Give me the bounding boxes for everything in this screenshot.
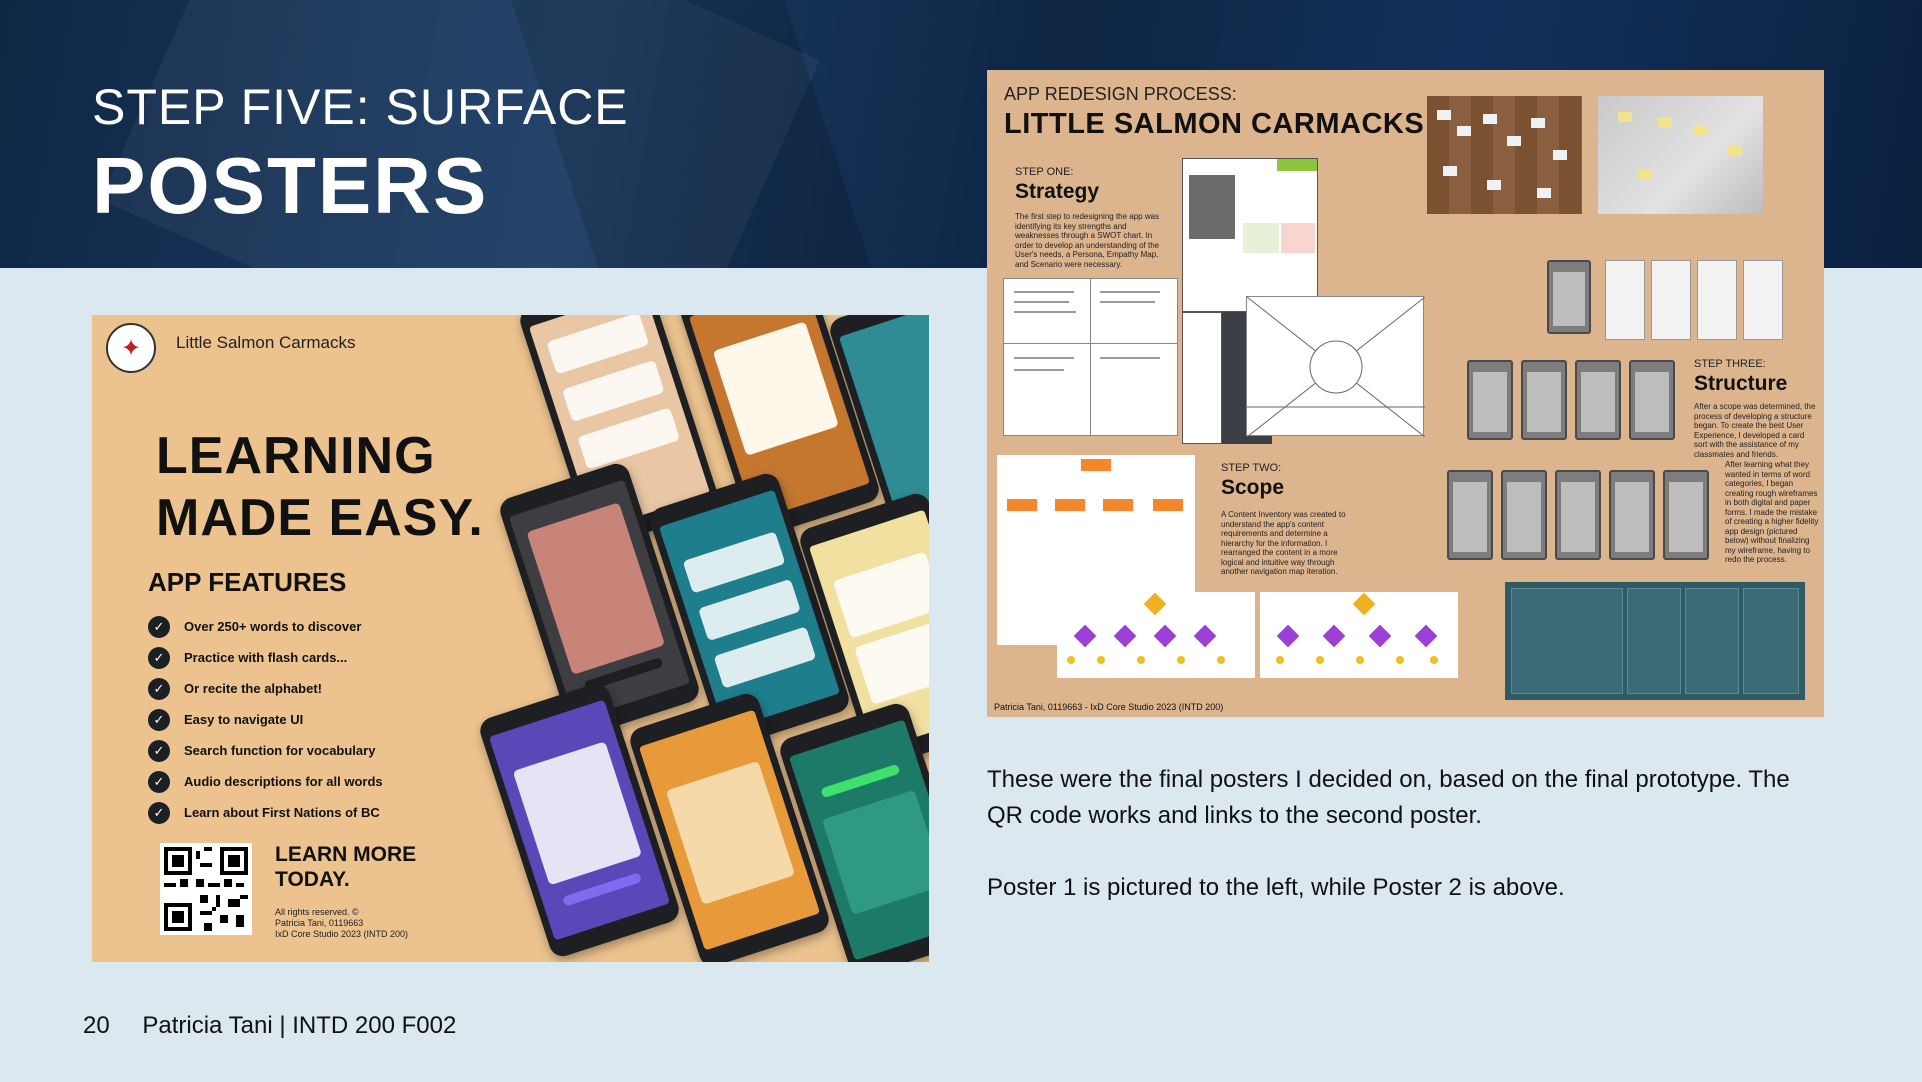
persona-tag (1277, 159, 1317, 171)
page-number: 20 (83, 1012, 110, 1039)
step1-title: Strategy (1015, 180, 1100, 203)
caption-paragraph-2: Poster 1 is pictured to the left, while … (987, 874, 1565, 901)
poster2-footer: Patricia Tani, 0119663 - IxD Core Studio… (994, 702, 1224, 712)
empathy-map-diagram (1246, 296, 1426, 438)
check-icon: ✓ (148, 615, 170, 638)
salmon-crest-icon: ✦ (106, 323, 156, 373)
wireframe (1501, 470, 1547, 560)
paper-sketch (1743, 260, 1783, 340)
wireframe (1609, 470, 1655, 560)
feature-item: ✓ Easy to navigate UI (148, 704, 383, 735)
persona-note (1281, 223, 1315, 253)
org-node (1103, 499, 1133, 511)
phone-mockup (476, 680, 683, 960)
step3-text: After a scope was determined, the proces… (1694, 402, 1816, 459)
feature-item: ✓ Learn about First Nations of BC (148, 797, 383, 828)
step3-text-2: After learning what they wanted in terms… (1725, 460, 1819, 564)
check-icon: ✓ (148, 801, 170, 824)
author-course: Patricia Tani | INTD 200 F002 (142, 1012, 457, 1039)
poster-1: ✦ Little Salmon Carmacks LEARNING MADE E… (92, 315, 929, 962)
swot-chart (1003, 278, 1178, 436)
check-icon: ✓ (148, 708, 170, 731)
phone-mockups (476, 315, 929, 962)
check-icon: ✓ (148, 770, 170, 793)
poster2-title: LITTLE SALMON CARMACKS (1004, 108, 1425, 140)
persona-sidebar (1182, 312, 1222, 444)
fine-print-line: All rights reserved. © (275, 907, 359, 917)
wireframe (1521, 360, 1567, 440)
qr-code[interactable] (160, 843, 252, 935)
feature-item: ✓ Search function for vocabulary (148, 735, 383, 766)
paper-sketch (1605, 260, 1645, 340)
check-icon: ✓ (148, 646, 170, 669)
paper-sketch (1697, 260, 1737, 340)
process-label: APP REDESIGN PROCESS: (1004, 84, 1237, 104)
feature-text: Practice with flash cards... (184, 650, 348, 665)
poster1-fine-print: All rights reserved. © Patricia Tani, 01… (275, 907, 408, 940)
wireframe (1575, 360, 1621, 440)
wireframe (1547, 260, 1591, 334)
feature-item: ✓ Practice with flash cards... (148, 642, 383, 673)
step1-label: STEP ONE: (1015, 166, 1074, 178)
poster1-cta: LEARN MORE TODAY. (275, 842, 425, 892)
page-footer: 20 Patricia Tani | INTD 200 F002 (83, 1012, 456, 1040)
org-node (1055, 499, 1085, 511)
poster1-brand: Little Salmon Carmacks (176, 333, 356, 352)
org-node (1007, 499, 1037, 511)
check-icon: ✓ (148, 739, 170, 762)
step2-title: Scope (1221, 476, 1285, 499)
persona-photo (1189, 175, 1235, 239)
feature-text: Search function for vocabulary (184, 743, 376, 758)
step2-label: STEP TWO: (1221, 462, 1282, 474)
step3-title: Structure (1694, 372, 1788, 395)
feature-text: Learn about First Nations of BC (184, 805, 380, 820)
org-node (1153, 499, 1183, 511)
fine-print-line: Patricia Tani, 0119663 (275, 918, 364, 928)
step2-text: A Content Inventory was created to under… (1221, 510, 1346, 576)
wireframe (1555, 470, 1601, 560)
poster1-headline: LEARNING MADE EASY. (156, 425, 536, 549)
step1-text: The first step to redesigning the app wa… (1015, 212, 1160, 269)
step3-label: STEP THREE: (1694, 358, 1766, 370)
feature-text: Easy to navigate UI (184, 712, 304, 727)
wireframe (1663, 470, 1709, 560)
cta-line-1: LEARN MORE (275, 843, 417, 866)
feature-item: ✓ Over 250+ words to discover (148, 611, 383, 642)
wireframe (1629, 360, 1675, 440)
card-sort-photo (1427, 96, 1582, 214)
feature-text: Over 250+ words to discover (184, 619, 362, 634)
wireframe (1447, 470, 1493, 560)
poster-2: APP REDESIGN PROCESS: LITTLE SALMON CARM… (987, 70, 1824, 717)
feature-list: ✓ Over 250+ words to discover ✓ Practice w… (148, 611, 383, 828)
page-title: POSTERS (92, 141, 489, 230)
feature-item: ✓ Or recite the alphabet! (148, 673, 383, 704)
navigation-map-2 (1260, 592, 1458, 678)
headline-line-1: LEARNING (156, 427, 436, 485)
card-sort-photo-2 (1598, 96, 1763, 214)
org-node (1081, 459, 1111, 471)
caption-paragraph-1: These were the final posters I decided o… (987, 766, 1790, 829)
cta-line-2: TODAY. (275, 868, 350, 891)
paper-sketch (1651, 260, 1691, 340)
features-title: APP FEATURES (148, 567, 347, 597)
caption: These were the final posters I decided o… (987, 762, 1827, 906)
persona-card (1182, 158, 1318, 312)
step-label: STEP FIVE: SURFACE (92, 79, 629, 135)
headline-line-2: MADE EASY. (156, 489, 484, 547)
check-icon: ✓ (148, 677, 170, 700)
qr-code-icon (164, 847, 248, 931)
feature-text: Or recite the alphabet! (184, 681, 322, 696)
feature-text: Audio descriptions for all words (184, 774, 383, 789)
persona-note (1243, 223, 1279, 253)
hifi-prototype (1505, 582, 1805, 700)
navigation-map (1057, 592, 1255, 678)
fine-print-line: IxD Core Studio 2023 (INTD 200) (275, 929, 409, 939)
empathy-map (1246, 296, 1426, 438)
feature-item: ✓ Audio descriptions for all words (148, 766, 383, 797)
wireframe (1467, 360, 1513, 440)
